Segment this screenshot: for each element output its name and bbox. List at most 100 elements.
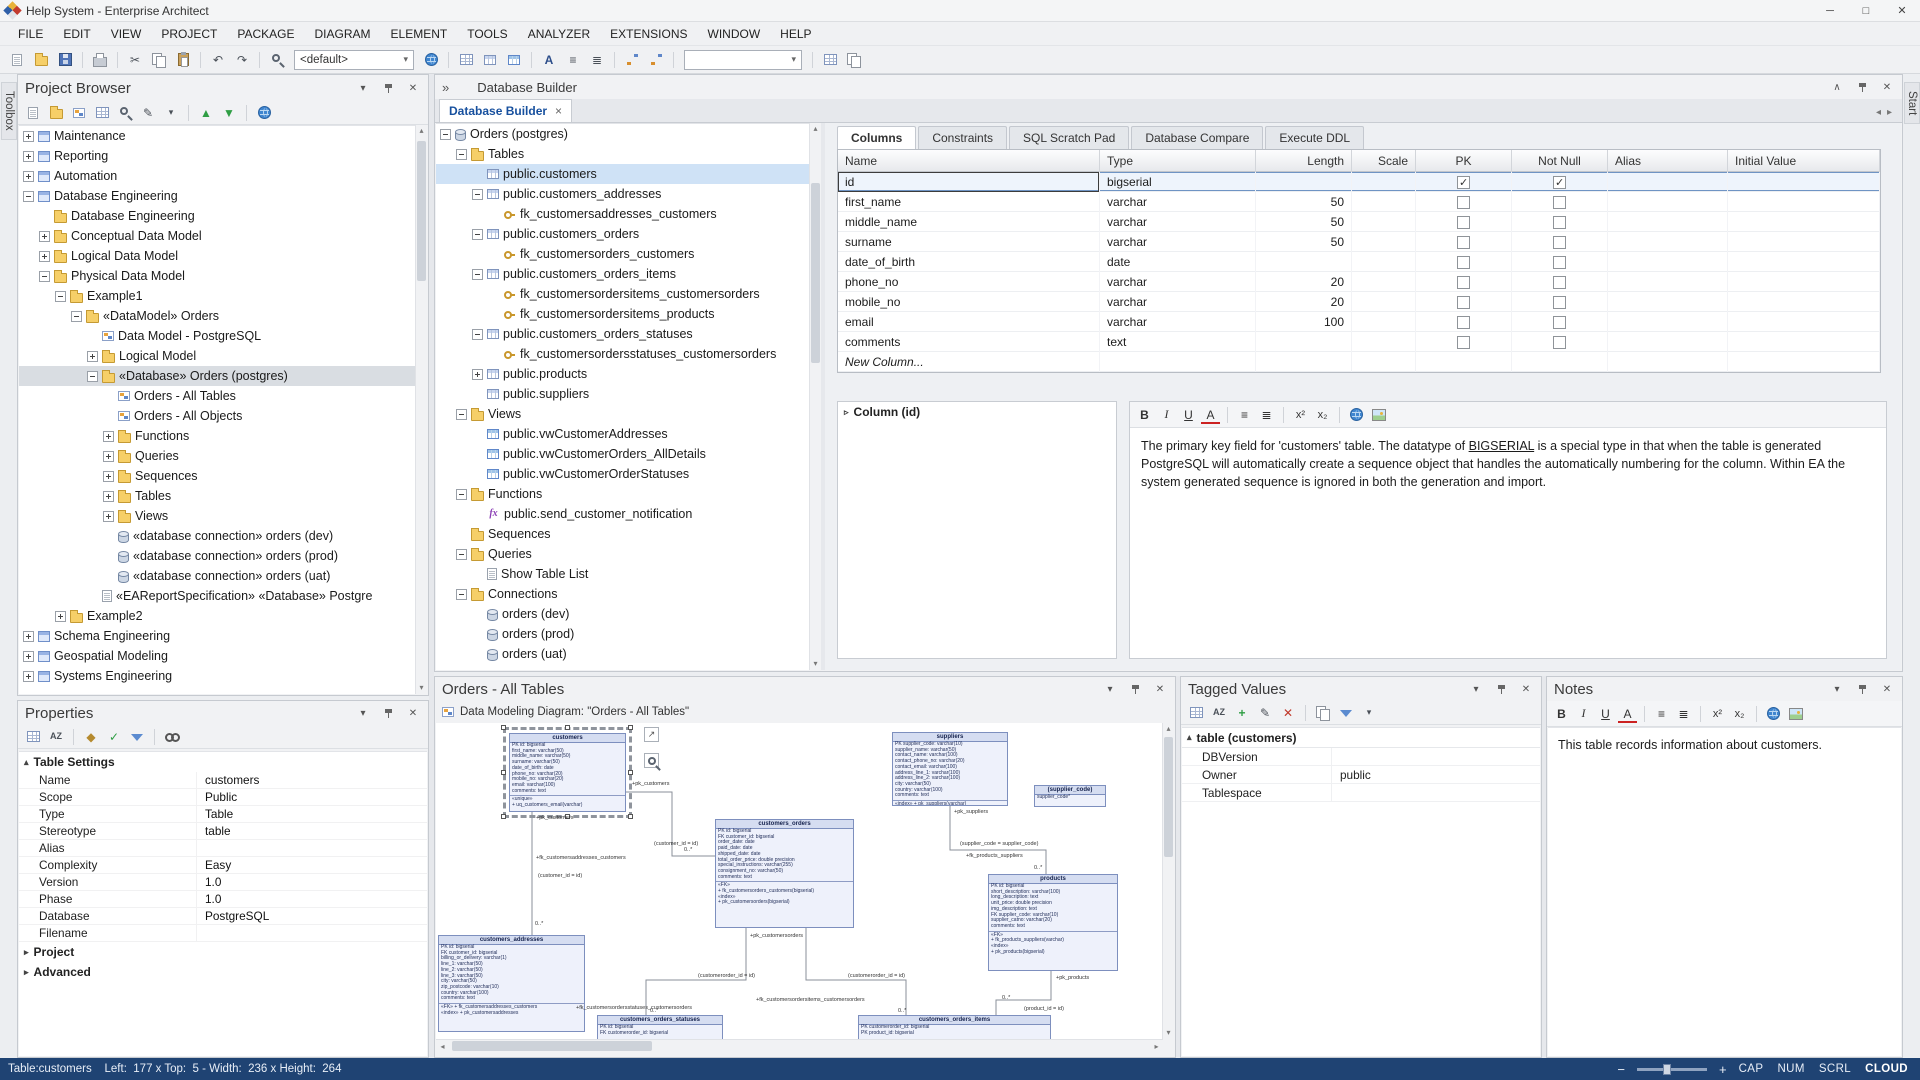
tree-item[interactable]: public.customers_addresses: [436, 184, 809, 204]
split-view-icon[interactable]: [819, 50, 841, 70]
column-row[interactable]: New Column...: [838, 352, 1880, 372]
close-icon[interactable]: ✕: [405, 80, 421, 96]
tree-item[interactable]: orders (dev): [436, 604, 809, 624]
notnull-checkbox[interactable]: [1553, 236, 1566, 249]
pin-icon[interactable]: [1493, 681, 1509, 697]
column-note-text[interactable]: The primary key field for 'customers' ta…: [1130, 428, 1886, 500]
window-icon[interactable]: [843, 50, 865, 70]
tree-item[interactable]: Orders (postgres): [436, 124, 809, 144]
columns-icon[interactable]: [503, 50, 525, 70]
delete-tag-icon[interactable]: ✕: [1278, 704, 1298, 722]
tab-database-builder[interactable]: Database Builder ×: [439, 99, 572, 122]
scrollbar-thumb[interactable]: [811, 183, 820, 363]
scroll-down-icon[interactable]: ▾: [810, 658, 821, 670]
tree-item[interactable]: Example2: [19, 606, 415, 626]
property-row[interactable]: ComplexityEasy: [19, 857, 427, 874]
scroll-up-icon[interactable]: ▴: [416, 125, 427, 137]
scroll-up-icon[interactable]: ▴: [1163, 723, 1174, 735]
menu-analyzer[interactable]: ANALYZER: [518, 22, 600, 46]
insert-image-icon[interactable]: [1369, 405, 1388, 424]
tree-item[interactable]: public.vwCustomerOrders_AllDetails: [436, 444, 809, 464]
scrollbar-thumb[interactable]: [417, 141, 426, 281]
menu-window[interactable]: WINDOW: [698, 22, 771, 46]
tree-item[interactable]: Database Engineering: [19, 186, 415, 206]
menu-down-icon[interactable]: ▾: [1829, 681, 1845, 697]
subscript-icon[interactable]: x₂: [1730, 704, 1749, 723]
database-builder-scrollbar[interactable]: ▴ ▾: [809, 123, 821, 670]
check-icon[interactable]: ✓: [104, 728, 124, 746]
tree-item[interactable]: Reporting: [19, 146, 415, 166]
scroll-down-icon[interactable]: ▾: [1163, 1027, 1174, 1039]
selection-handle[interactable]: [628, 814, 633, 819]
bullet-list-icon[interactable]: ≡: [562, 50, 584, 70]
grid-icon[interactable]: [455, 50, 477, 70]
insert-image-icon[interactable]: [1786, 704, 1805, 723]
tree-item[interactable]: Sequences: [436, 524, 809, 544]
notnull-checkbox[interactable]: [1553, 276, 1566, 289]
search-icon[interactable]: [115, 104, 135, 122]
pin-icon[interactable]: [1854, 79, 1870, 95]
pin-icon[interactable]: [1127, 681, 1143, 697]
connector-icon[interactable]: [645, 50, 667, 70]
font-color-icon[interactable]: A: [1201, 408, 1220, 424]
hyperlink-globe-icon[interactable]: [1764, 704, 1783, 723]
tab-sql-scratch-pad[interactable]: SQL Scratch Pad: [1009, 126, 1129, 149]
tree-item[interactable]: Automation: [19, 166, 415, 186]
property-row[interactable]: DatabasePostgreSQL: [19, 908, 427, 925]
tree-item[interactable]: «database connection» orders (prod): [19, 546, 415, 566]
tree-item[interactable]: Show Table List: [436, 564, 809, 584]
expander-icon[interactable]: [456, 149, 467, 160]
tree-item[interactable]: Connections: [436, 584, 809, 604]
tree-item[interactable]: «DataModel» Orders: [19, 306, 415, 326]
selection-handle[interactable]: [628, 725, 633, 730]
tree-item[interactable]: fk_customersaddresses_customers: [436, 204, 809, 224]
menu-extensions[interactable]: EXTENSIONS: [600, 22, 697, 46]
tab-scroll-right-icon[interactable]: ▸: [1887, 107, 1892, 118]
expander-icon[interactable]: [23, 191, 34, 202]
quick-linker-icon[interactable]: ↗: [644, 727, 659, 742]
zoom-slider-thumb[interactable]: [1663, 1064, 1671, 1075]
diagram-table[interactable]: customers_orders_itemsPK customerorder_i…: [858, 1015, 1051, 1039]
hyperlink-globe-icon[interactable]: [1347, 405, 1366, 424]
expander-icon[interactable]: [103, 511, 114, 522]
font-icon[interactable]: A: [538, 50, 560, 70]
project-browser-scrollbar[interactable]: ▴ ▾: [415, 125, 427, 694]
tab-scroll-left-icon[interactable]: ◂: [1876, 107, 1881, 118]
tree-item[interactable]: Systems Engineering: [19, 666, 415, 686]
table-icon[interactable]: [479, 50, 501, 70]
underline-icon[interactable]: U: [1596, 704, 1615, 723]
status-toggle-num[interactable]: NUM: [1777, 1063, 1804, 1075]
selection-handle[interactable]: [628, 770, 633, 775]
add-element-icon[interactable]: [92, 104, 112, 122]
menu-diagram[interactable]: DIAGRAM: [305, 22, 381, 46]
expander-icon[interactable]: [456, 409, 467, 420]
superscript-icon[interactable]: x²: [1708, 704, 1727, 723]
diagram-canvas[interactable]: customersPK id: bigserialfirst_name: var…: [436, 723, 1163, 1039]
tree-item[interactable]: public.customers_orders_items: [436, 264, 809, 284]
pin-icon[interactable]: [380, 705, 396, 721]
menu-package[interactable]: PACKAGE: [227, 22, 304, 46]
tree-item[interactable]: Conceptual Data Model: [19, 226, 415, 246]
tree-item[interactable]: Orders - All Tables: [19, 386, 415, 406]
expander-icon[interactable]: [472, 329, 483, 340]
chevron-down-icon[interactable]: ▾: [161, 104, 181, 122]
menu-file[interactable]: FILE: [8, 22, 53, 46]
diagram-table[interactable]: productsPK id: bigserialshort_descriptio…: [988, 874, 1118, 971]
pk-checkbox[interactable]: [1457, 196, 1470, 209]
column-row[interactable]: emailvarchar100: [838, 312, 1880, 332]
pk-checkbox[interactable]: [1457, 236, 1470, 249]
chevron-up-icon[interactable]: ∧: [1829, 79, 1845, 95]
selection-handle[interactable]: [501, 814, 506, 819]
property-section[interactable]: ▸Advanced: [19, 962, 427, 982]
diagram-hscrollbar[interactable]: ◂ ▸: [436, 1039, 1163, 1052]
zoom-icon[interactable]: [644, 753, 659, 768]
notnull-checkbox[interactable]: [1553, 296, 1566, 309]
bold-icon[interactable]: B: [1135, 405, 1154, 424]
cut-icon[interactable]: ✂: [124, 50, 146, 70]
diagram-table[interactable]: customers_ordersPK id: bigserialFK custo…: [715, 819, 854, 928]
column-row[interactable]: middle_namevarchar50: [838, 212, 1880, 232]
close-icon[interactable]: ✕: [1518, 681, 1534, 697]
tab-constraints[interactable]: Constraints: [918, 126, 1007, 149]
scroll-up-icon[interactable]: ▴: [810, 123, 821, 135]
sort-az-icon[interactable]: AZ: [46, 728, 66, 746]
